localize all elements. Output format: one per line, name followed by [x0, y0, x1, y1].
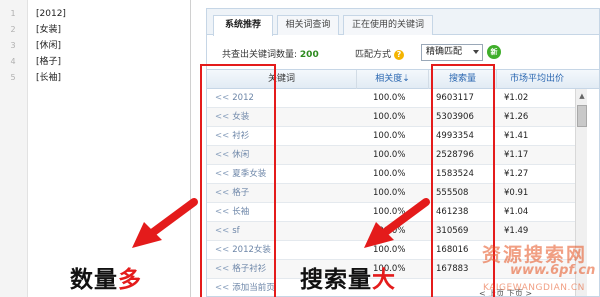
editor-line-text[interactable]: [2012] [36, 6, 66, 22]
scrollbar-thumb[interactable] [577, 105, 587, 127]
annotation-search-volume-large: 搜索量大 [300, 260, 396, 294]
avg-price-cell: ¥1.49 [504, 226, 529, 236]
help-icon[interactable]: ? [393, 49, 404, 60]
result-summary: 共查出关键词数量: 200 [222, 47, 319, 60]
result-count: 200 [299, 50, 319, 60]
match-type-text: 匹配方式 [355, 50, 392, 60]
summary-label: 共查出关键词数量: [222, 50, 298, 60]
avg-price-cell: ¥1.04 [504, 207, 529, 217]
avg-price-cell: ¥0.91 [504, 188, 529, 198]
avg-price-cell: ¥1.27 [504, 169, 529, 179]
avg-price-cell: ¥1.26 [504, 112, 529, 122]
editor-line[interactable]: 1 [2012] [0, 6, 191, 22]
editor-line-text[interactable]: [女装] [36, 22, 61, 38]
sort-arrow-icon: ⇣ [402, 74, 410, 84]
line-number: 5 [10, 73, 16, 82]
watermark-domain: KAIGEWANGDIAN.CN [483, 283, 585, 293]
avg-price-cell: ¥1.41 [504, 131, 529, 141]
column-header-avg-price[interactable]: 市场平均出价 [497, 70, 577, 89]
relevance-cell: 100.0% [373, 169, 406, 179]
line-number: 4 [10, 57, 16, 66]
chevron-down-icon [473, 50, 479, 54]
avg-price-cell: ¥1.02 [504, 93, 529, 103]
editor-line-text[interactable]: [长袖] [36, 70, 61, 86]
editor-line-text[interactable]: [格子] [36, 54, 61, 70]
keyword-editor[interactable]: 1 [2012] 2 [女装] 3 [休闲] 4 [格子] 5 [长袖] [0, 0, 191, 297]
tab-keywords-in-use[interactable]: 正在使用的关键词 [343, 15, 433, 35]
arrow-to-keyword-icon [132, 198, 198, 248]
line-number: 3 [10, 41, 16, 50]
editor-line-text[interactable]: [休闲] [36, 38, 61, 54]
match-type-select[interactable]: 精确匹配 [421, 44, 483, 61]
editor-line[interactable]: 4 [格子] [0, 54, 191, 70]
editor-line[interactable]: 2 [女装] [0, 22, 191, 38]
editor-line[interactable]: 5 [长袖] [0, 70, 191, 86]
annotation-quantity-text: 数量 [70, 266, 118, 292]
match-type-value: 精确匹配 [426, 47, 463, 57]
annotation-quantity-highlight: 多 [118, 266, 142, 292]
line-number: 1 [10, 9, 16, 18]
relevance-cell: 100.0% [373, 93, 406, 103]
editor-line[interactable]: 3 [休闲] [0, 38, 191, 54]
relevance-cell: 100.0% [373, 112, 406, 122]
annotation-search-highlight: 大 [372, 266, 396, 292]
watermark-url: www.6pf.cn [510, 263, 596, 278]
annotation-quantity-more: 数量多 [70, 260, 142, 294]
annotation-search-text: 搜索量 [300, 266, 372, 292]
avg-price-cell: ¥1.17 [504, 150, 529, 160]
relevance-cell: 100.0% [373, 150, 406, 160]
scroll-up-icon[interactable]: ▲ [577, 91, 587, 101]
column-header-relevance[interactable]: 相关度⇣ [357, 70, 429, 89]
tab-related-search[interactable]: 相关词查询 [277, 15, 339, 35]
line-number: 2 [10, 25, 16, 34]
arrow-to-search-volume-icon [364, 198, 430, 248]
keyword-column-highlight [200, 64, 276, 297]
tab-system-recommend[interactable]: 系统推荐 [213, 15, 273, 36]
relevance-header-label: 相关度 [375, 74, 403, 84]
relevance-cell: 100.0% [373, 131, 406, 141]
tab-bar: 系统推荐 相关词查询 正在使用的关键词 [207, 9, 599, 36]
match-type-label: 匹配方式 ? [355, 47, 404, 60]
new-badge-icon[interactable]: 新 [487, 45, 501, 59]
